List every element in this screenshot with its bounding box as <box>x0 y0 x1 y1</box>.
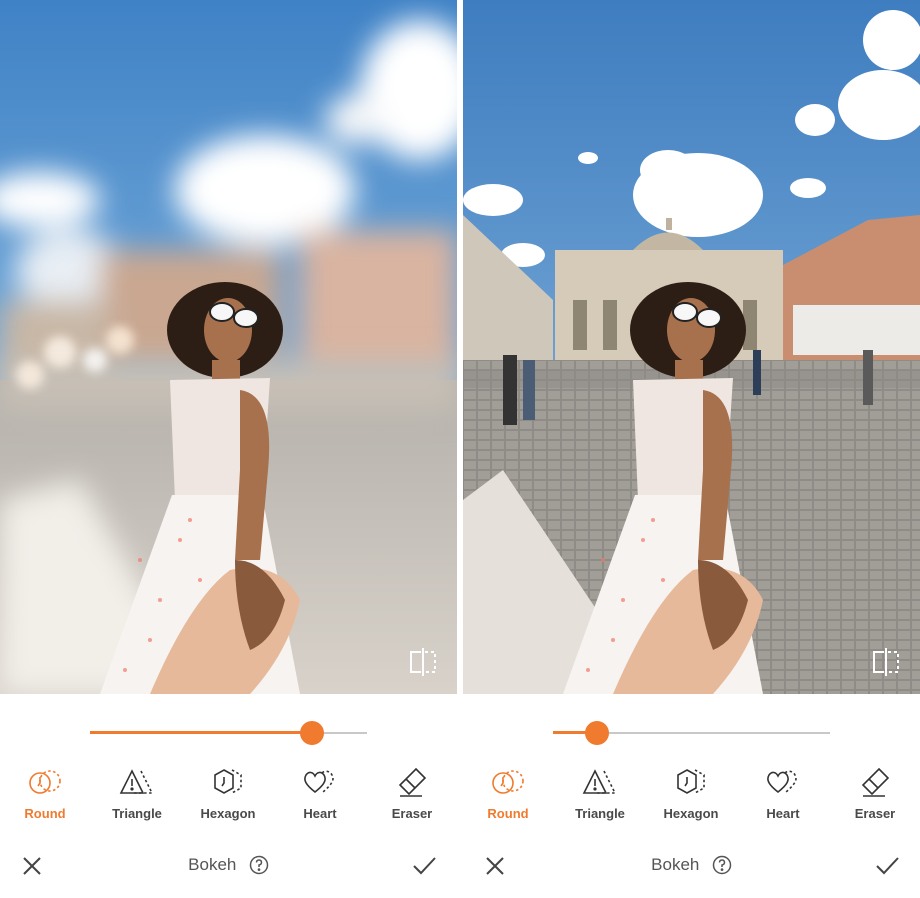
slider-knob[interactable] <box>299 721 324 745</box>
title-text: Bokeh <box>651 855 700 874</box>
compare-split-icon[interactable] <box>405 644 441 680</box>
tool-heart[interactable]: Heart <box>280 765 360 821</box>
photo-preview-blurred <box>0 0 457 694</box>
tool-triangle[interactable]: Triangle <box>97 765 177 821</box>
tool-round[interactable]: Round <box>5 765 85 821</box>
screen-title: Bokeh <box>0 855 457 875</box>
help-circle-icon[interactable] <box>712 855 732 875</box>
title-text: Bokeh <box>188 855 237 874</box>
intensity-slider[interactable] <box>553 720 830 746</box>
tool-label: Round <box>487 806 529 821</box>
bottom-action-bar: Bokeh <box>463 840 920 890</box>
tool-label: Heart <box>766 806 800 821</box>
tool-eraser[interactable]: Eraser <box>372 765 452 821</box>
round-bokeh-icon <box>492 770 524 794</box>
photo-preview-sharp <box>463 0 920 694</box>
heart-bokeh-icon <box>304 770 334 794</box>
triangle-bokeh-icon <box>582 769 617 794</box>
intensity-slider[interactable] <box>90 720 367 746</box>
tool-label: Triangle <box>112 806 162 821</box>
tool-round[interactable]: Round <box>468 765 548 821</box>
eraser-icon <box>398 767 427 797</box>
screen-title: Bokeh <box>463 855 920 875</box>
tool-label: Eraser <box>854 806 896 821</box>
tool-heart[interactable]: Heart <box>743 765 823 821</box>
triangle-bokeh-icon <box>119 769 154 794</box>
tool-label: Round <box>24 806 66 821</box>
editor-panel-right: Round Triangle Hexagon Heart Eraser Boke… <box>463 0 920 898</box>
hexagon-bokeh-icon <box>214 769 242 794</box>
compare-split-icon[interactable] <box>868 644 904 680</box>
tool-label: Hexagon <box>663 806 719 821</box>
tool-label: Eraser <box>391 806 433 821</box>
tool-triangle[interactable]: Triangle <box>560 765 640 821</box>
tool-hexagon[interactable]: Hexagon <box>651 765 731 821</box>
slider-knob[interactable] <box>585 721 610 745</box>
checkmark-icon[interactable] <box>411 854 437 878</box>
editor-panel-left: Round Triangle Hexagon Heart Eraser Boke… <box>0 0 457 898</box>
slider-fill <box>90 731 312 734</box>
tool-eraser[interactable]: Eraser <box>835 765 915 821</box>
bottom-action-bar: Bokeh <box>0 840 457 890</box>
eraser-icon <box>861 767 890 797</box>
bokeh-shape-toolbar: Round Triangle Hexagon Heart Eraser <box>0 765 457 825</box>
bokeh-shape-toolbar: Round Triangle Hexagon Heart Eraser <box>463 765 920 825</box>
heart-bokeh-icon <box>767 770 797 794</box>
round-bokeh-icon <box>29 770 61 794</box>
help-circle-icon[interactable] <box>249 855 269 875</box>
hexagon-bokeh-icon <box>677 769 705 794</box>
tool-label: Triangle <box>575 806 625 821</box>
tool-hexagon[interactable]: Hexagon <box>188 765 268 821</box>
tool-label: Heart <box>303 806 337 821</box>
checkmark-icon[interactable] <box>874 854 900 878</box>
tool-label: Hexagon <box>200 806 256 821</box>
